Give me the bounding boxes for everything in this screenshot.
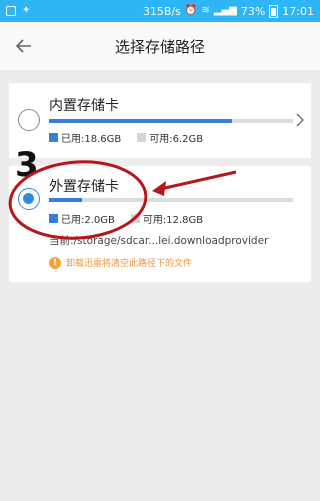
gallery-notification-icon (6, 6, 16, 16)
signal-icon: ▂▄▆ (213, 5, 237, 16)
annotation-step-number: 3 (15, 145, 39, 185)
external-storage-title: 外置存储卡 (49, 179, 119, 195)
wifi-icon: ≋ (201, 5, 210, 16)
internal-used-label: 已用:18.6GB (61, 134, 122, 145)
internal-storage-option[interactable]: 内置存储卡 已用:18.6GB 可用:6.2GB (9, 83, 311, 158)
used-legend-swatch (49, 214, 58, 223)
external-storage-radio[interactable] (18, 188, 40, 210)
current-path-text: 当前:/storage/sdcar...lei.downloadprovider (49, 235, 269, 247)
internal-storage-radio[interactable] (18, 109, 40, 131)
notification-icon: ✦ (22, 5, 31, 16)
used-legend-swatch (49, 133, 58, 142)
warning-text: 卸载迅雷将清空此路径下的文件 (66, 259, 193, 269)
external-storage-usage-bar (49, 198, 293, 202)
internal-storage-legend: 已用:18.6GB 可用:6.2GB (49, 130, 203, 145)
battery-icon (269, 4, 279, 18)
alarm-icon: ⏰ (184, 5, 198, 16)
back-arrow-icon[interactable] (14, 36, 34, 56)
internal-storage-usage-bar (49, 119, 293, 123)
page-title: 选择存储路径 (114, 37, 205, 56)
external-storage-usage-fill (49, 198, 82, 202)
external-used-label: 已用:2.0GB (61, 215, 115, 226)
chevron-right-icon[interactable] (295, 113, 305, 127)
warning-icon: ! (49, 256, 61, 269)
app-header: 选择存储路径 (0, 22, 320, 70)
internal-storage-usage-fill (49, 119, 232, 123)
internal-storage-title: 内置存储卡 (49, 98, 119, 114)
internal-free-label: 可用:6.2GB (149, 134, 204, 145)
status-bar: ✦ 315B/s ⏰ ≋ ▂▄▆ 73% 17:01 (0, 0, 320, 22)
battery-percent: 73% (240, 4, 266, 18)
network-speed: 315B/s (142, 4, 181, 18)
free-legend-swatch (137, 133, 147, 142)
free-legend-swatch (130, 214, 140, 223)
external-free-label: 可用:12.8GB (142, 215, 204, 226)
clock: 17:01 (282, 4, 314, 18)
external-storage-legend: 已用:2.0GB 可用:12.8GB (49, 211, 203, 226)
external-storage-option[interactable]: 外置存储卡 已用:2.0GB 可用:12.8GB 当前:/storage/sdc… (9, 166, 311, 282)
warning-message: ! 卸载迅雷将清空此路径下的文件 (49, 256, 192, 269)
